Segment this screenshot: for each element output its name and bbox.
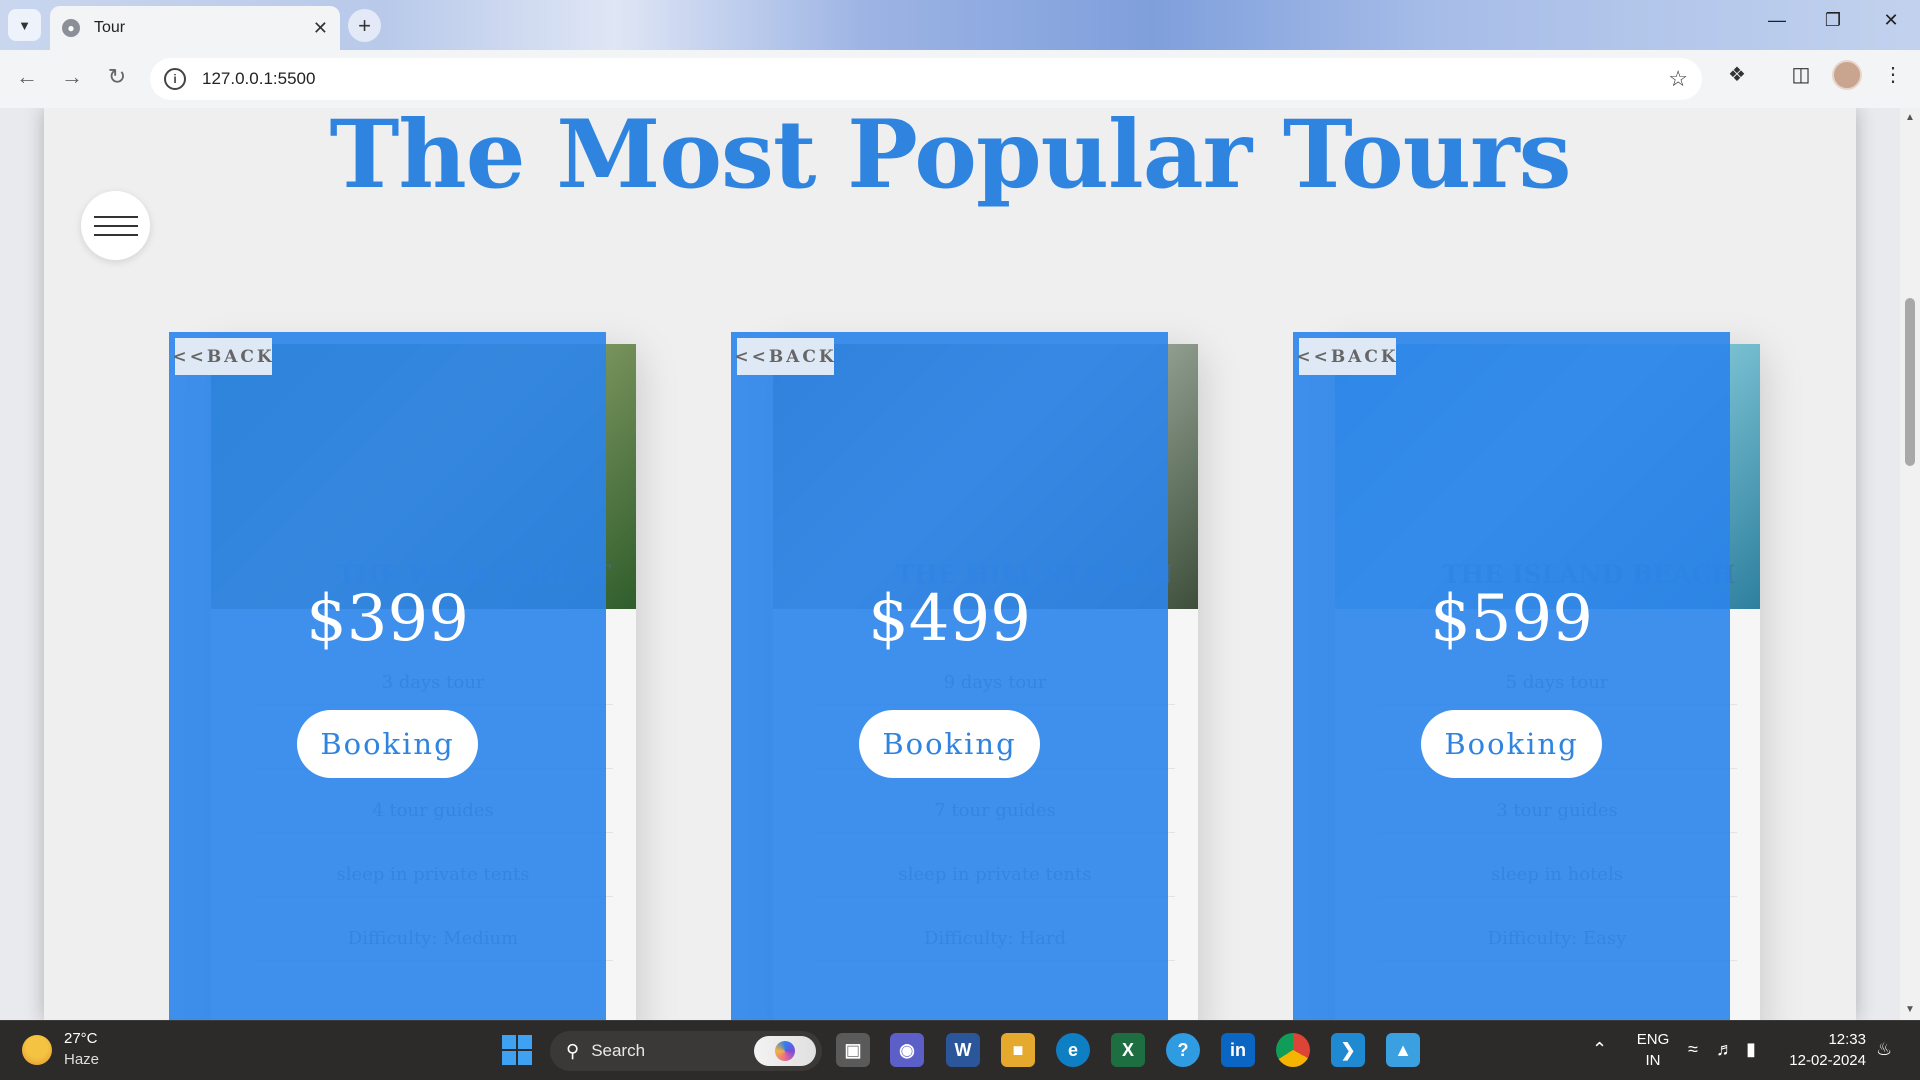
hamburger-line-icon [93,233,138,236]
back-button[interactable]: <<BACK [1296,338,1396,375]
volume-icon[interactable]: ♬ [1716,1039,1734,1060]
chevron-down-icon: ▼ [18,17,31,33]
photos-icon[interactable]: ▲ [1386,1033,1420,1067]
tour-price: $399 [306,582,469,656]
scroll-down-icon[interactable]: ▼ [1900,1004,1920,1015]
back-arrow-icon[interactable]: ← [12,64,42,90]
vertical-scrollbar[interactable]: ▲ ▼ [1900,108,1920,1020]
clock-date[interactable]: 12-02-2024 [1782,1052,1866,1069]
extensions-icon[interactable]: ❖ [1722,62,1752,87]
menu-button[interactable] [81,191,150,260]
tab-title: Tour [94,19,126,36]
language-code[interactable]: ENG [1636,1031,1670,1048]
page-title: The Most Popular Tours [329,108,1571,210]
browser-tab[interactable]: ● Tour ✕ [50,6,340,50]
edge-icon[interactable]: e [1056,1033,1090,1067]
teams-meet-icon[interactable]: ◉ [890,1033,924,1067]
file-explorer-icon[interactable]: ■ [1001,1033,1035,1067]
tour-card: THE ISLAND BEACH5 days tour3 tour guides… [1293,332,1760,1020]
browser-tab-strip: ▼ ● Tour ✕ + — ❐ ✕ [0,0,1920,50]
help-icon[interactable]: ? [1166,1033,1200,1067]
notification-bell-icon[interactable]: ♨ [1876,1039,1892,1060]
tour-card: THE WILD FOREST3 days tour4 tour guidess… [169,332,636,1020]
linkedin-icon[interactable]: in [1221,1033,1255,1067]
reload-icon[interactable]: ↻ [102,64,132,90]
chrome-icon[interactable] [1276,1033,1310,1067]
tour-price: $599 [1430,582,1593,656]
restore-button[interactable]: ❐ [1818,10,1848,31]
windows-start-icon[interactable] [502,1035,532,1065]
close-window-button[interactable]: ✕ [1876,10,1906,31]
task-view-icon[interactable]: ▣ [836,1033,870,1067]
hamburger-line-icon [93,224,138,227]
scrollbar-thumb[interactable] [1905,298,1915,466]
tour-card: THE HILL STATION9 days tour7 tour guides… [731,332,1198,1020]
search-icon: ⚲ [566,1040,580,1061]
language-region[interactable]: IN [1636,1052,1670,1069]
booking-button[interactable]: Booking [1421,710,1602,778]
url-text[interactable]: 127.0.0.1:5500 [202,69,315,89]
close-tab-icon[interactable]: ✕ [313,18,328,39]
battery-icon[interactable]: ▮ [1746,1039,1756,1060]
booking-button[interactable]: Booking [297,710,478,778]
clock-time[interactable]: 12:33 [1782,1031,1866,1048]
site-info-icon[interactable]: i [164,68,186,90]
wifi-icon[interactable]: ≈ [1688,1039,1698,1060]
word-icon[interactable]: W [946,1033,980,1067]
taskbar-search[interactable]: ⚲ Search [550,1031,822,1071]
address-bar[interactable]: i 127.0.0.1:5500 ☆ [150,58,1702,100]
copilot-icon[interactable] [754,1036,816,1066]
hamburger-line-icon [93,215,138,218]
booking-button[interactable]: Booking [859,710,1040,778]
windows-taskbar: 27°C Haze ⚲ Search ▣ ◉ W ■ e X ? in ❯ ▲ … [0,1020,1920,1080]
vscode-icon[interactable]: ❯ [1331,1033,1365,1067]
tour-card-front: <<BACK $399 Booking [169,332,606,1020]
side-panel-icon[interactable]: ◫ [1786,62,1816,87]
browser-toolbar: ← → ↻ i 127.0.0.1:5500 ☆ ❖ ◫ ⋮ [0,50,1920,108]
weather-sun-icon[interactable] [22,1035,52,1065]
bookmark-star-icon[interactable]: ☆ [1668,66,1688,92]
globe-icon: ● [62,19,80,37]
tour-card-front: <<BACK $599 Booking [1293,332,1730,1020]
chevron-up-icon[interactable]: ⌃ [1592,1039,1607,1060]
tour-card-front: <<BACK $499 Booking [731,332,1168,1020]
back-button[interactable]: <<BACK [172,338,272,375]
tour-price: $499 [868,582,1031,656]
new-tab-button[interactable]: + [348,9,381,42]
profile-avatar[interactable] [1832,60,1862,90]
page-container: The Most Popular Tours THE WILD FOREST3 … [44,108,1856,1020]
back-button[interactable]: <<BACK [734,338,834,375]
scroll-up-icon[interactable]: ▲ [1900,112,1920,123]
minimize-button[interactable]: — [1762,10,1792,31]
page-viewport: The Most Popular Tours THE WILD FOREST3 … [0,108,1920,1020]
more-options-icon[interactable]: ⋮ [1878,62,1908,87]
tab-search-dropdown-button[interactable]: ▼ [8,9,41,41]
excel-icon[interactable]: X [1111,1033,1145,1067]
weather-description[interactable]: Haze [64,1051,99,1068]
weather-temperature[interactable]: 27°C [64,1030,98,1047]
search-label: Search [591,1041,646,1060]
forward-arrow-icon[interactable]: → [57,64,87,90]
